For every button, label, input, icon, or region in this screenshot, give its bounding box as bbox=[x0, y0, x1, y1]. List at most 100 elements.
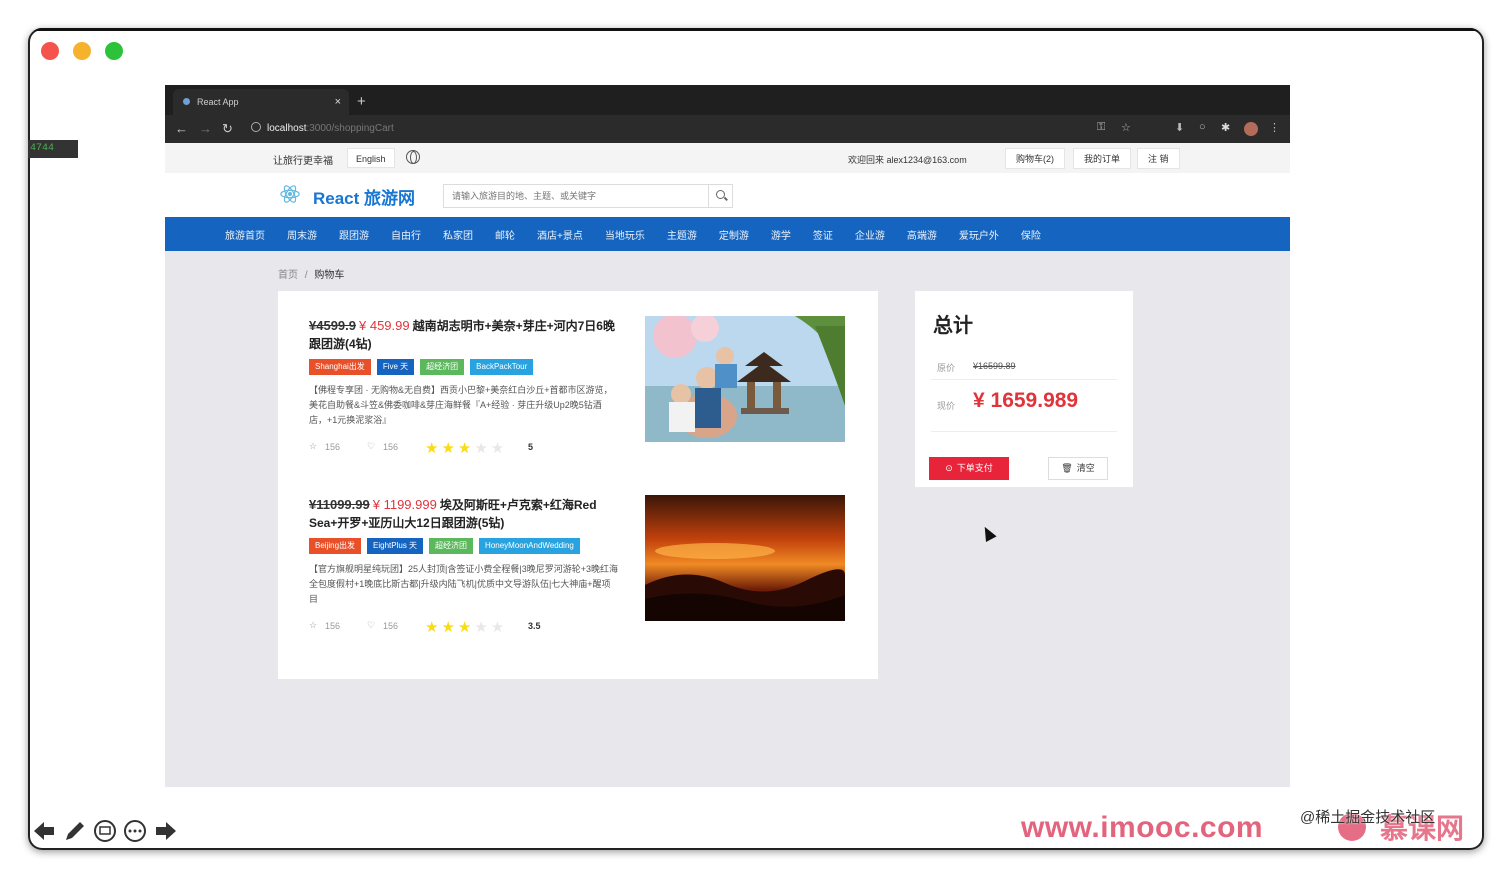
pay-button[interactable]: ⊙ 下单支付 bbox=[929, 457, 1009, 480]
search-box bbox=[443, 184, 733, 208]
star-outline-icon[interactable]: ☆ bbox=[309, 441, 317, 452]
browser-window: React App × + ← → ↻ localhost:3000/shopp… bbox=[165, 85, 1290, 787]
rating-value: 3.5 bbox=[528, 621, 541, 631]
trash-icon: 🗑 bbox=[1061, 463, 1073, 473]
search-input[interactable] bbox=[444, 185, 706, 207]
item-title-line[interactable]: ¥4599.9 ¥ 459.99 越南胡志明市+美奈+芽庄+河内7日6晚跟团游(4钻… bbox=[309, 317, 619, 353]
menu-item[interactable]: 保险 bbox=[1021, 227, 1041, 242]
side-tag: 4744 bbox=[28, 140, 78, 158]
menu-item[interactable]: 企业游 bbox=[855, 227, 885, 242]
clear-cart-button[interactable]: 🗑 清空 bbox=[1048, 457, 1108, 480]
breadcrumb-current: 购物车 bbox=[314, 270, 345, 281]
url-host: localhost bbox=[267, 123, 307, 134]
back-arrow-icon[interactable] bbox=[32, 818, 58, 844]
react-favicon-icon bbox=[183, 98, 190, 105]
tag: EightPlus 天 bbox=[367, 538, 424, 554]
clear-button-label: 清空 bbox=[1076, 463, 1095, 473]
breadcrumb: 首页 / 购物车 bbox=[278, 266, 344, 281]
breadcrumb-home[interactable]: 首页 bbox=[278, 270, 298, 281]
tag: Five 天 bbox=[376, 359, 415, 375]
tag: Beijing出发 bbox=[309, 538, 362, 554]
logout-button[interactable]: 注 销 bbox=[1137, 148, 1180, 169]
item-meta: ☆ 156 ♡ 156 ★★★★★ 3.5 bbox=[309, 618, 849, 636]
tag: Shanghai出发 bbox=[309, 359, 371, 375]
order-summary: 总计 原价 ¥16599.89 现价 ¥ 1659.989 ⊙ 下单支付 🗑 清空 bbox=[915, 291, 1133, 487]
menu-item[interactable]: 旅游首页 bbox=[225, 227, 265, 242]
tab-title: React App bbox=[197, 97, 239, 107]
original-price-label: 原价 bbox=[937, 363, 956, 373]
menu-item[interactable]: 跟团游 bbox=[339, 227, 369, 242]
profile-avatar[interactable] bbox=[1244, 122, 1258, 136]
current-price-label: 现价 bbox=[937, 401, 956, 411]
original-price-value: ¥16599.89 bbox=[973, 361, 1016, 371]
menu-item[interactable]: 主题游 bbox=[667, 227, 697, 242]
like-count: 156 bbox=[383, 621, 399, 631]
like-count: 156 bbox=[383, 442, 399, 452]
forward-arrow-icon[interactable]: → bbox=[199, 121, 212, 136]
chat-bubble-icon[interactable] bbox=[92, 818, 118, 844]
key-icon[interactable]: ⚿ bbox=[1097, 121, 1105, 134]
my-orders-button[interactable]: 我的订单 bbox=[1073, 148, 1132, 169]
mouse-cursor-icon bbox=[979, 524, 997, 542]
menu-item[interactable]: 定制游 bbox=[719, 227, 749, 242]
zoom-window-icon[interactable] bbox=[105, 42, 123, 60]
tag: BackPackTour bbox=[470, 359, 534, 375]
site-info-icon[interactable] bbox=[251, 122, 261, 132]
favorite-count: 156 bbox=[325, 621, 341, 631]
menu-item[interactable]: 爱玩户外 bbox=[959, 227, 999, 242]
search-icon[interactable] bbox=[708, 185, 732, 207]
globe-icon[interactable] bbox=[406, 150, 420, 164]
breadcrumb-separator: / bbox=[304, 270, 308, 281]
menu-item[interactable]: 酒店+景点 bbox=[537, 227, 583, 242]
current-price-value: ¥ 1659.989 bbox=[973, 389, 1079, 412]
menu-item[interactable]: 私家团 bbox=[443, 227, 473, 242]
reload-icon[interactable]: ↻ bbox=[222, 121, 233, 137]
rating-value: 5 bbox=[528, 442, 534, 452]
tag: HoneyMoonAndWedding bbox=[479, 538, 580, 554]
item-meta: ☆ 156 ♡ 156 ★★★★★ 5 bbox=[309, 439, 849, 457]
watermark-url: www.imooc.com bbox=[1021, 811, 1264, 844]
star-outline-icon[interactable]: ☆ bbox=[309, 620, 317, 631]
old-price: ¥4599.9 bbox=[309, 318, 356, 333]
menu-item[interactable]: 游学 bbox=[771, 227, 791, 242]
more-dots-icon[interactable] bbox=[122, 818, 148, 844]
react-logo-icon[interactable] bbox=[279, 183, 301, 205]
menu-item[interactable]: 周末游 bbox=[287, 227, 317, 242]
site-header: React 旅游网 bbox=[165, 173, 1290, 217]
item-image-pagoda-family[interactable] bbox=[645, 316, 845, 442]
cart-item[interactable]: ¥4599.9 ¥ 459.99 越南胡志明市+美奈+芽庄+河内7日6晚跟团游(4钻… bbox=[309, 316, 849, 477]
pencil-icon[interactable] bbox=[62, 818, 88, 844]
url-field[interactable]: localhost:3000/shoppingCart bbox=[251, 120, 1191, 138]
bookmark-star-icon[interactable]: ☆ bbox=[1121, 121, 1131, 134]
cart-button[interactable]: 购物车(2) bbox=[1005, 148, 1065, 169]
menu-item[interactable]: 高端游 bbox=[907, 227, 937, 242]
extensions-puzzle-icon[interactable]: ✱ bbox=[1221, 121, 1230, 134]
rating-stars[interactable]: ★★★★★ bbox=[425, 618, 507, 636]
cart-pay-icon: ⊙ bbox=[945, 463, 953, 473]
rating-stars[interactable]: ★★★★★ bbox=[425, 439, 507, 457]
download-icon[interactable]: ⬇ bbox=[1175, 121, 1184, 134]
brand-title[interactable]: React 旅游网 bbox=[313, 184, 415, 209]
language-dropdown[interactable]: English bbox=[347, 148, 395, 168]
menu-item[interactable]: 当地玩乐 bbox=[605, 227, 645, 242]
divider bbox=[931, 379, 1117, 380]
tab-close-icon[interactable]: × bbox=[335, 89, 341, 115]
minimize-window-icon[interactable] bbox=[73, 42, 91, 60]
item-title-line[interactable]: ¥11099.99 ¥ 1199.999 埃及阿斯旺+卢克索+红海Red Sea+开… bbox=[309, 496, 619, 532]
back-arrow-icon[interactable]: ← bbox=[175, 121, 188, 136]
browser-menu-icon[interactable]: ⋮ bbox=[1269, 121, 1280, 134]
menu-item[interactable]: 邮轮 bbox=[495, 227, 515, 242]
browser-tab[interactable]: React App × bbox=[173, 89, 349, 115]
cart-item[interactable]: ¥11099.99 ¥ 1199.999 埃及阿斯旺+卢克索+红海Red Sea+开… bbox=[309, 495, 849, 656]
menu-item[interactable]: 自由行 bbox=[391, 227, 421, 242]
forward-arrow-icon[interactable] bbox=[152, 818, 178, 844]
web-page: 让旅行更幸福 English 欢迎回来 alex1234@163.com 购物车… bbox=[165, 143, 1290, 787]
item-image-sunset-clouds[interactable] bbox=[645, 495, 845, 621]
like-icon[interactable]: ♡ bbox=[367, 620, 375, 631]
like-icon[interactable]: ♡ bbox=[367, 441, 375, 452]
new-tab-button[interactable]: + bbox=[357, 89, 366, 115]
close-window-icon[interactable] bbox=[41, 42, 59, 60]
cart-list: ¥4599.9 ¥ 459.99 越南胡志明市+美奈+芽庄+河内7日6晚跟团游(4钻… bbox=[278, 291, 878, 679]
extension-circle-icon[interactable]: ○ bbox=[1199, 121, 1206, 133]
menu-item[interactable]: 签证 bbox=[813, 227, 833, 242]
